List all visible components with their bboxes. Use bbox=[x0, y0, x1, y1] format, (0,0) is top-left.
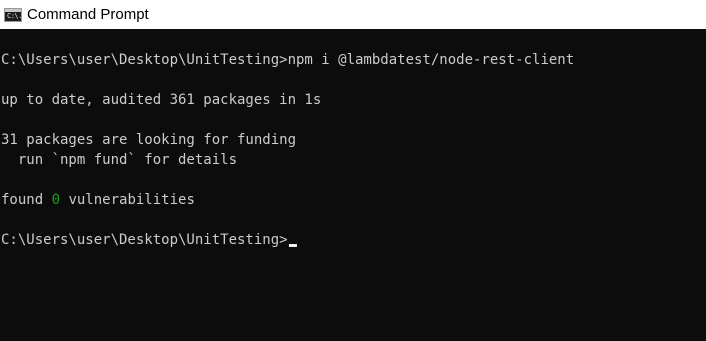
vulnerabilities-suffix: vulnerabilities bbox=[60, 192, 195, 208]
cmd-icon: C:\. bbox=[4, 7, 22, 22]
text-cursor bbox=[288, 244, 297, 247]
cmd-icon-glyph: C:\. bbox=[7, 11, 22, 20]
fund-hint-line: run `npm fund` for details bbox=[1, 152, 238, 168]
vulnerabilities-prefix: found bbox=[1, 192, 52, 208]
prompt-text: C:\Users\user\Desktop\UnitTesting> bbox=[1, 232, 288, 248]
audit-result-line: up to date, audited 361 packages in 1s bbox=[1, 92, 322, 108]
vulnerabilities-line: found 0 vulnerabilities bbox=[1, 190, 195, 210]
window-title: Command Prompt bbox=[27, 6, 149, 23]
console-output[interactable]: C:\Users\user\Desktop\UnitTesting>npm i … bbox=[0, 29, 706, 341]
command-prompt-window: C:\. Command Prompt C:\Users\user\Deskto… bbox=[0, 0, 706, 341]
prompt-line[interactable]: C:\Users\user\Desktop\UnitTesting> bbox=[1, 230, 297, 250]
title-bar[interactable]: C:\. Command Prompt bbox=[0, 0, 706, 29]
vulnerability-count: 0 bbox=[51, 192, 61, 208]
funding-line: 31 packages are looking for funding bbox=[1, 132, 297, 148]
command-line: C:\Users\user\Desktop\UnitTesting>npm i … bbox=[1, 52, 575, 68]
